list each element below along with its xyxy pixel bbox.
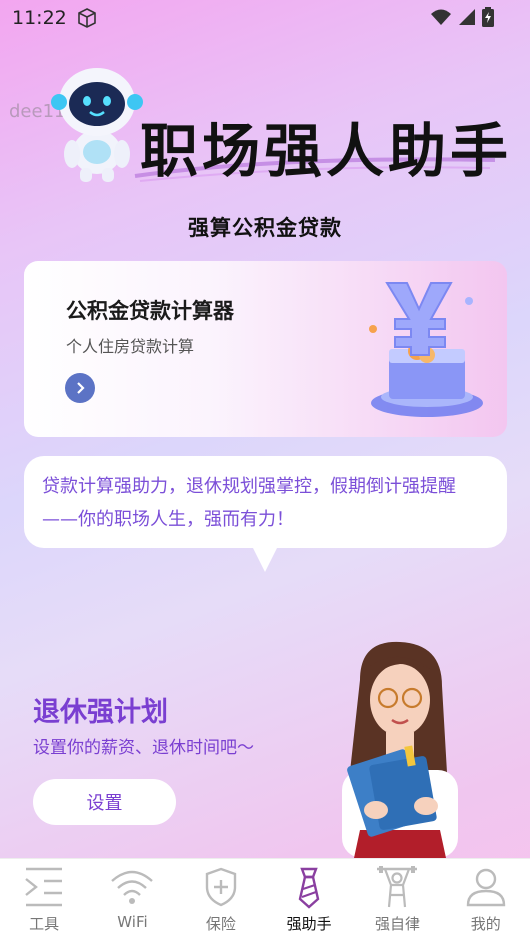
section-title: 强算公积金贷款 [188,216,342,240]
set-button[interactable]: 设置 [33,779,176,825]
hero-title: 职场强人助手 [140,117,513,185]
retire-plan-title: 退休强计划 [33,697,168,728]
tab-label: 我的 [470,915,501,933]
chevron-right-icon[interactable] [65,373,95,403]
slogan-bubble: 贷款计算强助力，退休规划强掌控，假期倒计强提醒——你的职场人生，强而有力！ [24,456,507,548]
tab-assistant[interactable]: 强助手 [265,859,353,942]
tab-tools[interactable]: 工具 [0,859,88,942]
bottom-tab-bar: 工具 WiFi 保险 强助手 强自律 我的 [0,858,530,942]
tab-discipline[interactable]: 强自律 [353,859,441,942]
person-icon [466,868,505,907]
status-icons [430,7,494,27]
wifi-signal-icon [431,9,451,25]
weightlifter-icon [377,866,418,908]
tab-wifi[interactable]: WiFi [88,859,176,942]
yen-coin-illustration-icon [369,282,483,417]
calc-card-title: 公积金贷款计算器 [66,299,234,323]
status-bar: 11:22 [0,0,530,36]
status-time: 11:22 [12,7,67,29]
calc-card-subtitle: 个人住房贷款计算 [66,337,195,356]
cell-signal-icon [459,9,475,25]
tab-label: 强自律 [374,915,420,933]
tab-label: 强助手 [286,915,332,933]
loan-calculator-card[interactable]: 公积金贷款计算器 个人住房贷款计算 [24,261,507,437]
bubble-tail [252,546,278,572]
retire-plan-subtitle: 设置你的薪资、退休时间吧～ [33,738,254,758]
tab-mine[interactable]: 我的 [442,859,530,942]
wifi-icon [111,870,154,904]
tab-insurance[interactable]: 保险 [177,859,265,942]
tools-icon [25,867,63,907]
box-icon [77,8,96,28]
woman-with-books-illustration-icon [342,641,458,858]
tab-label: WiFi [117,913,148,931]
tab-label: 保险 [205,915,236,933]
shield-plus-icon [205,867,237,907]
tab-label: 工具 [29,915,60,933]
battery-icon [482,7,494,27]
tie-icon [298,867,320,909]
